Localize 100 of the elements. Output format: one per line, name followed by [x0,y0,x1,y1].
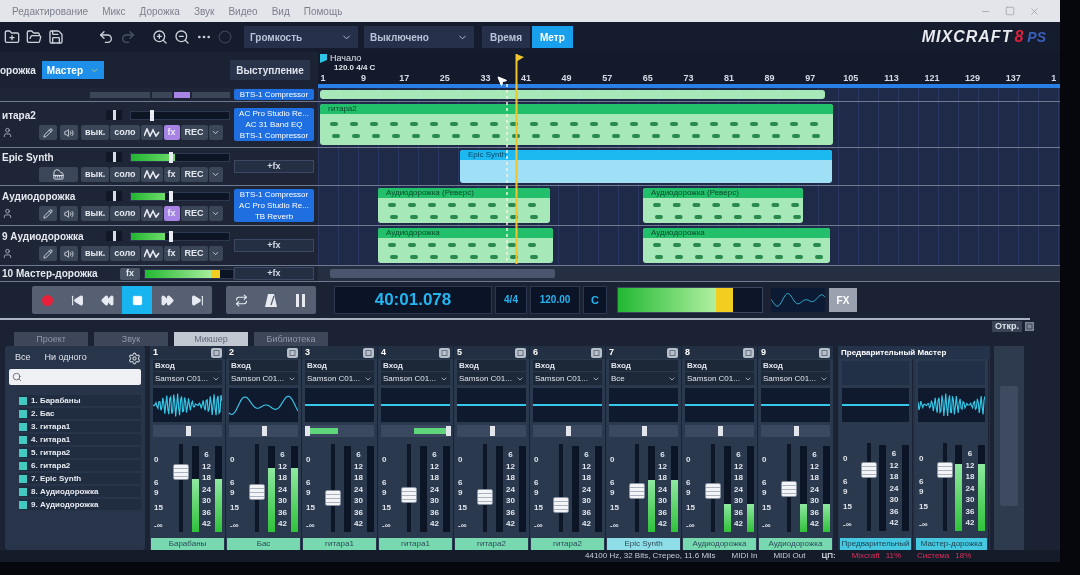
pan-slider[interactable] [153,425,222,437]
track-list-item[interactable]: 9. Аудиодорожка [19,499,141,510]
pan-knob[interactable] [793,426,799,436]
checkbox[interactable] [19,448,27,457]
audio-clip[interactable] [320,90,825,99]
midi-out-status[interactable]: MIDI Out [773,550,806,562]
tempo-display[interactable]: 120.00 [530,286,580,314]
volume-slider[interactable] [130,152,230,162]
checkbox[interactable] [19,396,27,405]
pan-knob[interactable] [489,426,495,436]
window-icon[interactable] [287,347,298,358]
track-name[interactable]: итара2 [2,107,106,123]
pan-slider[interactable] [685,425,754,437]
display-mode-tab[interactable]: Время [482,26,530,48]
audio-clip[interactable]: Аудиодорожка (Реверс) [378,188,550,223]
snap-dropdown[interactable]: Выключено [364,26,474,48]
pan-knob[interactable] [112,191,116,201]
mute-button[interactable]: вык. [81,246,110,261]
fx-item[interactable]: BTS-1 Compressor [234,130,314,141]
record-arm-button[interactable]: REC [180,125,208,140]
settings-icon[interactable] [128,351,141,365]
solo-button[interactable]: соло [110,125,140,140]
save-icon[interactable] [48,29,64,45]
fader-knob[interactable] [937,461,953,478]
pan-slider[interactable] [457,425,526,437]
pan-slider[interactable] [229,425,298,437]
window-icon[interactable] [667,347,678,358]
input-dropdown[interactable]: Samson C01... [761,372,830,385]
solo-button[interactable]: соло [110,246,140,261]
track-list-item[interactable]: 5. гитара2 [19,447,141,458]
pan-slider[interactable] [106,110,122,120]
input-dropdown[interactable]: Samson C01... [381,372,450,385]
horizontal-scrollbar[interactable] [318,266,1060,281]
volume-slider[interactable] [130,191,230,201]
audio-clip[interactable]: гитара2 [320,104,833,145]
midi-clip[interactable]: Epic Synth [460,150,832,183]
audio-clip[interactable]: Аудиодорожка [378,228,553,263]
scrollbar-thumb[interactable] [330,269,555,278]
record-arm-button[interactable]: REC [180,206,208,221]
track-list-item[interactable]: 7. Epic Synth [19,473,141,484]
audio-clip[interactable]: Аудиодорожка (Реверс) [643,188,803,223]
window-icon[interactable] [591,347,602,358]
add-fx-button[interactable]: +fx [234,267,314,280]
fader-knob[interactable] [705,482,721,499]
pan-slider[interactable] [533,425,602,437]
checkbox[interactable] [19,435,27,444]
volume-dropdown[interactable]: Громкость [244,26,358,48]
input-dropdown[interactable]: Все [609,372,678,385]
checkbox[interactable] [19,461,27,470]
start-marker-icon[interactable] [320,54,327,63]
fader-knob[interactable] [325,490,341,507]
pan-knob[interactable] [641,426,647,436]
track-list-item[interactable]: 3. гитара1 [19,421,141,432]
record-arm-button[interactable]: REC [180,246,208,261]
search-field[interactable] [9,369,141,385]
volume-slider[interactable] [130,110,230,120]
track-name[interactable]: 10 Мастер-дорожка [2,266,120,281]
fader-knob[interactable] [861,461,877,478]
input-dropdown[interactable]: Samson C01... [305,372,374,385]
automation-button[interactable] [140,246,163,261]
checkbox[interactable] [19,409,27,418]
track-list-item[interactable]: 1. Барабаны [19,395,141,406]
fx-item[interactable]: AC 31 Band EQ [234,119,314,130]
monitor-button[interactable] [60,246,78,261]
edit-button[interactable] [39,206,57,221]
pan-knob[interactable] [717,426,723,436]
pan-knob[interactable] [112,231,116,241]
select-all-button[interactable]: Все [9,351,37,365]
pan-knob[interactable] [185,426,191,436]
track-name[interactable]: Epic Synth [2,149,106,165]
record-arm-button[interactable]: REC [180,167,208,182]
fx-item[interactable]: AC Pro Studio Re... [234,200,314,211]
edit-button[interactable] [39,246,57,261]
volume-handle[interactable] [149,109,154,121]
monitor-button[interactable] [60,206,78,221]
time-signature-display[interactable]: 4/4 [495,286,527,314]
window-icon[interactable] [515,347,526,358]
zoom-out-icon[interactable] [174,29,190,45]
fx-item[interactable]: BTS-1 Compressor [234,89,314,100]
monitor-button[interactable] [60,125,78,140]
volume-slider[interactable] [130,231,230,241]
undock-button[interactable]: Откр. [992,321,1022,332]
input-dropdown[interactable]: Samson C01... [457,372,526,385]
instrument-button[interactable] [39,167,78,182]
window-icon[interactable] [439,347,450,358]
input-dropdown[interactable]: Samson C01... [533,372,602,385]
pan-knob[interactable] [112,152,116,162]
window-icon[interactable] [819,347,830,358]
pan-slider[interactable] [305,425,374,437]
automation-button[interactable] [140,125,163,140]
pan-knob[interactable] [112,110,116,120]
volume-handle[interactable] [168,190,173,202]
fader-knob[interactable] [553,497,569,514]
window-icon[interactable] [743,347,754,358]
timeline-ruler[interactable]: Начало 120.0 4/4 C 1 9 17 25 33 41 49 57 65 73 81 89 97 105 113 121 129 137 1 [318,52,1060,88]
checkbox[interactable] [19,500,27,509]
fx-item[interactable]: TB Reverb [234,211,314,222]
fader-knob[interactable] [249,483,265,500]
new-folder-icon[interactable] [4,29,20,45]
fader-knob[interactable] [477,488,493,505]
